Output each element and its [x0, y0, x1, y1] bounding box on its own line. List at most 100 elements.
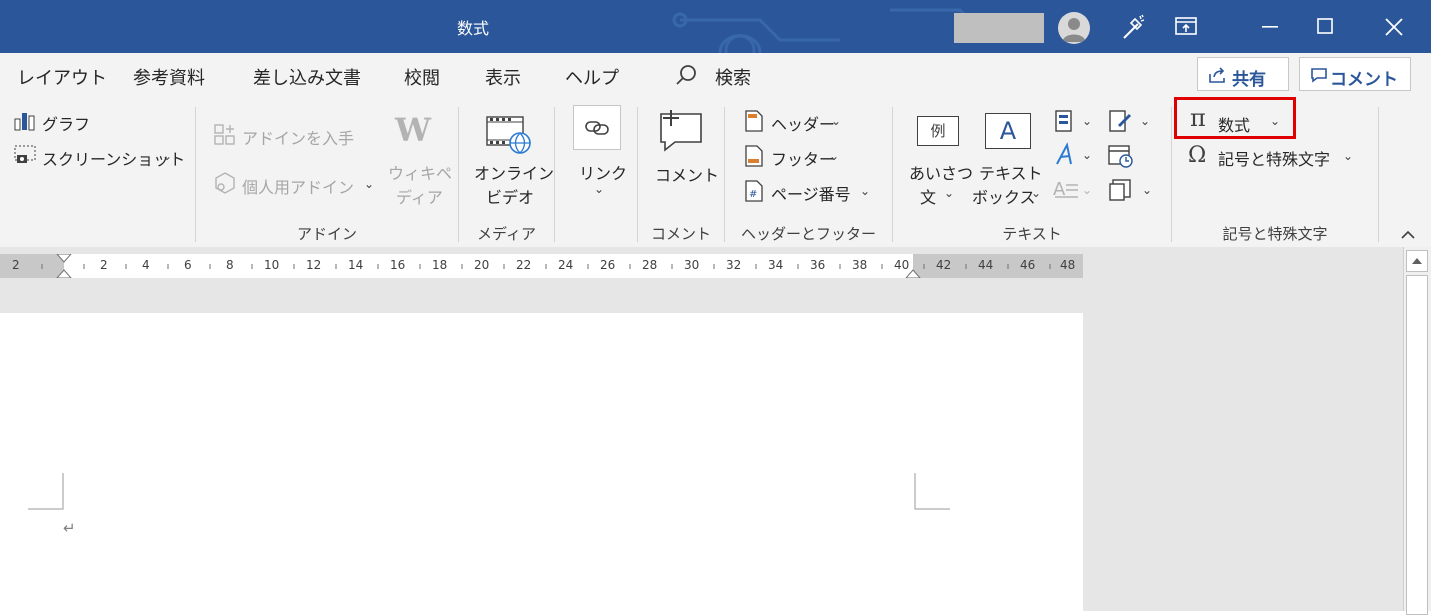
tab-layout[interactable]: レイアウト: [17, 64, 107, 90]
group-label-symbols: 記号と特殊文字: [1222, 225, 1328, 243]
symbol-button[interactable]: 記号と特殊文字: [1218, 146, 1330, 170]
ruler-label: 2: [12, 258, 20, 272]
page-number-button[interactable]: ページ番号: [771, 181, 851, 205]
group-label-header-footer: ヘッダーとフッター: [740, 225, 876, 243]
scroll-thumb[interactable]: [1406, 275, 1428, 615]
document-page[interactable]: ↵: [0, 313, 1083, 611]
textbox-icon: A: [985, 113, 1031, 149]
chevron-down-icon: ⌄: [860, 184, 871, 198]
ruler-label: 48: [1060, 258, 1076, 272]
greeting-button-line1[interactable]: あいさつ: [909, 160, 973, 184]
ruler-label: 10: [264, 258, 280, 272]
link-button[interactable]: リンク: [579, 160, 627, 184]
share-label: 共有: [1232, 70, 1266, 90]
ruler-ticks: [41, 254, 1051, 278]
equation-button[interactable]: 数式: [1218, 112, 1250, 136]
window-title: 数式: [456, 19, 489, 38]
object-icon[interactable]: [1108, 178, 1132, 202]
comment-icon: [1311, 68, 1327, 83]
tab-references[interactable]: 参考資料: [133, 64, 205, 90]
my-addins-button[interactable]: 個人用アドイン: [242, 174, 354, 198]
get-addins-button[interactable]: アドインを入手: [242, 125, 354, 149]
search-box[interactable]: 検索: [715, 64, 751, 90]
collapse-ribbon-icon[interactable]: [1400, 228, 1416, 240]
ribbon-display-options-icon[interactable]: [1175, 17, 1197, 37]
signature-line-icon[interactable]: [1108, 109, 1132, 133]
wordart-icon[interactable]: [1054, 142, 1076, 168]
group-separator: [1171, 107, 1172, 242]
online-video-button-line2[interactable]: ビデオ: [486, 184, 534, 208]
wikipedia-button-line2[interactable]: ディア: [396, 184, 443, 208]
group-separator: [554, 107, 555, 242]
group-separator: [1378, 107, 1379, 242]
ruler-label: 34: [768, 258, 784, 272]
footer-icon: [745, 145, 763, 167]
account-name-box[interactable]: [954, 13, 1044, 43]
avatar[interactable]: [1058, 12, 1090, 44]
date-time-icon[interactable]: [1108, 143, 1134, 169]
ruler-label: 42: [936, 258, 952, 272]
link-icon-frame[interactable]: [573, 105, 621, 150]
group-label-comment: コメント: [650, 225, 711, 243]
chart-icon: [14, 113, 35, 131]
ruler-label: 26: [600, 258, 616, 272]
minimize-icon[interactable]: [1262, 26, 1278, 29]
chevron-down-icon: ⌄: [944, 186, 955, 200]
magic-wand-icon[interactable]: [1120, 14, 1146, 40]
ruler-label: 4: [142, 258, 150, 272]
textbox-button-line2[interactable]: ボックス: [972, 184, 1036, 208]
search-icon: [676, 65, 696, 85]
comment-button[interactable]: コメント: [1299, 57, 1411, 91]
triangle-up-icon: [1412, 258, 1422, 264]
graph-button[interactable]: グラフ: [42, 111, 90, 135]
group-label-text: テキスト: [1002, 225, 1062, 243]
chevron-down-icon: ⌄: [1082, 114, 1093, 128]
greeting-button-line2[interactable]: 文: [920, 184, 936, 208]
link-icon: [585, 121, 609, 135]
title-bar: 数式: [0, 0, 1431, 53]
comment-insert-button[interactable]: コメント: [655, 162, 719, 186]
close-icon[interactable]: [1385, 18, 1403, 36]
pi-icon: π: [1190, 104, 1206, 132]
screenshot-icon: [14, 145, 36, 163]
footer-button[interactable]: フッター: [771, 146, 835, 170]
chevron-down-icon: ⌄: [1142, 183, 1153, 197]
chevron-down-icon: ⌄: [364, 177, 375, 191]
greeting-icon: 例: [917, 116, 959, 146]
online-video-button-line1[interactable]: オンライン: [474, 160, 554, 184]
ruler-label: 40: [894, 258, 910, 272]
omega-icon: Ω: [1188, 143, 1207, 168]
wikipedia-icon: W: [395, 111, 431, 149]
tab-mailings[interactable]: 差し込み文書: [253, 64, 361, 90]
group-separator: [637, 107, 638, 242]
wikipedia-button-line1[interactable]: ウィキペ: [388, 160, 452, 184]
online-video-icon: [486, 116, 531, 154]
share-button[interactable]: 共有: [1197, 57, 1289, 91]
my-addins-icon: [215, 172, 235, 194]
ruler-label: 6: [184, 258, 192, 272]
maximize-icon[interactable]: [1317, 18, 1333, 34]
ruler-label: 36: [810, 258, 826, 272]
textbox-button-line1[interactable]: テキスト: [979, 160, 1043, 184]
scroll-up-button[interactable]: [1406, 250, 1428, 272]
chevron-down-icon: ⌄: [831, 114, 842, 128]
comment-label: コメント: [1330, 70, 1398, 90]
ruler-label: 18: [432, 258, 448, 272]
header-button[interactable]: ヘッダー: [771, 111, 835, 135]
tab-review[interactable]: 校閲: [404, 64, 440, 90]
chevron-down-icon: ⌄: [1270, 114, 1281, 128]
new-comment-icon: [660, 110, 702, 152]
tab-view[interactable]: 表示: [485, 64, 521, 90]
ruler-label: 24: [558, 258, 574, 272]
ruler-label: 22: [516, 258, 532, 272]
quick-parts-icon[interactable]: [1054, 109, 1074, 133]
drop-cap-icon: A: [1053, 179, 1078, 200]
chevron-down-icon: ⌄: [1343, 149, 1354, 163]
person-icon: [1062, 18, 1086, 42]
tab-help[interactable]: ヘルプ: [565, 64, 619, 90]
margin-corner-right: [914, 473, 950, 510]
vertical-scrollbar[interactable]: [1403, 247, 1431, 615]
group-label-media: メディア: [477, 225, 536, 243]
group-label-addins: アドイン: [296, 225, 357, 243]
ruler-label: 28: [642, 258, 658, 272]
